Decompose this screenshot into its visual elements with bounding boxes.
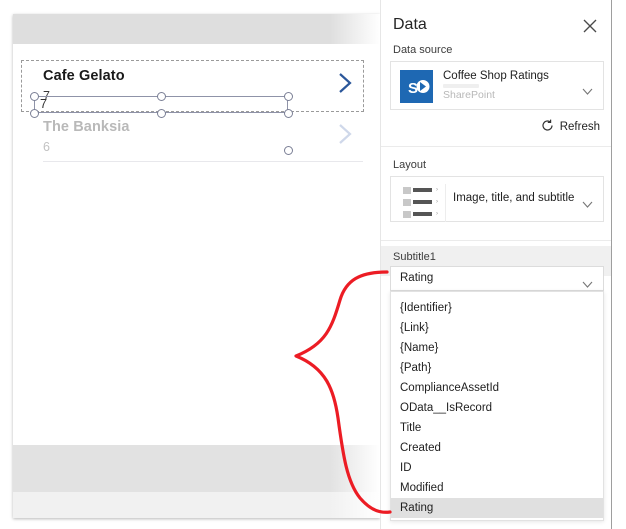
canvas-top-bar <box>13 14 366 44</box>
chevron-right-icon[interactable] <box>334 119 356 149</box>
close-icon[interactable] <box>582 18 598 34</box>
resize-handle-extra[interactable] <box>284 146 293 155</box>
pane-title: Data <box>393 16 427 33</box>
subtitle-field-value: Rating <box>400 272 434 284</box>
data-source-card[interactable]: S Coffee Shop Ratings SharePoint <box>390 61 604 110</box>
resize-handle-top-right[interactable] <box>284 92 293 101</box>
resize-handle-top-center[interactable] <box>157 92 166 101</box>
gallery-item-1[interactable]: The Banksia 6 <box>21 111 366 161</box>
refresh-icon <box>541 119 554 135</box>
dropdown-option[interactable]: ID <box>391 458 603 478</box>
layout-label: Layout <box>393 159 427 171</box>
dropdown-option[interactable]: {Link} <box>391 318 603 338</box>
dropdown-option[interactable]: {Name} <box>391 338 603 358</box>
gallery-item-subtitle: 6 <box>43 140 50 154</box>
data-source-placeholder-line <box>443 84 479 88</box>
dropdown-option[interactable]: OData__IsRecord <box>391 398 603 418</box>
data-source-provider: SharePoint <box>443 89 495 101</box>
resize-handle-bottom-right[interactable] <box>284 109 293 118</box>
canvas-top-bar-fade <box>330 14 380 44</box>
dropdown-option[interactable]: ComplianceAssetId <box>391 378 603 398</box>
pane-right-edge <box>611 0 626 529</box>
dropdown-option[interactable]: Created <box>391 438 603 458</box>
gallery-item-title: The Banksia <box>43 119 130 135</box>
chevron-down-icon[interactable] <box>582 82 593 95</box>
gallery-item-divider <box>43 161 363 162</box>
data-pane: Data Data source S Coffee Shop Ratings S… <box>380 0 613 529</box>
chevron-down-icon[interactable] <box>582 275 593 288</box>
canvas-bottom-band <box>13 445 366 492</box>
resize-handle-top-left[interactable] <box>30 92 39 101</box>
pane-divider-2 <box>381 240 613 241</box>
canvas-bottom-band-secondary <box>13 492 366 518</box>
resize-handle-bottom-center[interactable] <box>157 109 166 118</box>
refresh-label: Refresh <box>559 121 600 133</box>
sharepoint-icon: S <box>400 70 433 103</box>
dropdown-option[interactable]: {Path} <box>391 358 603 378</box>
subtitle-field-combobox[interactable]: Rating <box>390 266 604 291</box>
layout-thumbnail-icon: › › › <box>399 184 446 222</box>
resize-handle-bottom-left[interactable] <box>30 109 39 118</box>
pane-divider-1 <box>381 146 613 147</box>
dropdown-option[interactable]: Modified <box>391 478 603 498</box>
selected-control-value: 7 <box>40 97 47 111</box>
refresh-button[interactable]: Refresh <box>541 119 600 135</box>
canvas-bottom-band-fade <box>330 445 380 492</box>
chevron-down-icon[interactable] <box>582 195 593 208</box>
layout-card[interactable]: › › › Image, title, and subtitle <box>390 176 604 222</box>
svg-text:S: S <box>408 80 418 97</box>
dropdown-option[interactable]: {Identifier} <box>391 298 603 318</box>
dropdown-option[interactable]: Rating <box>391 498 603 518</box>
canvas-bottom-band-secondary-fade <box>330 492 380 518</box>
data-source-name: Coffee Shop Ratings <box>443 70 549 82</box>
data-source-label: Data source <box>393 44 453 56</box>
subtitle-field-dropdown-list[interactable]: {Identifier} {Link} {Name} {Path} Compliance… <box>390 291 604 521</box>
screenshot-root: Cafe Gelato 7 The Banksia 6 7 Data Data … <box>0 0 626 529</box>
layout-value: Image, title, and subtitle <box>453 192 575 204</box>
dropdown-option[interactable]: Title <box>391 418 603 438</box>
subtitle-section-label: Subtitle1 <box>393 251 436 263</box>
